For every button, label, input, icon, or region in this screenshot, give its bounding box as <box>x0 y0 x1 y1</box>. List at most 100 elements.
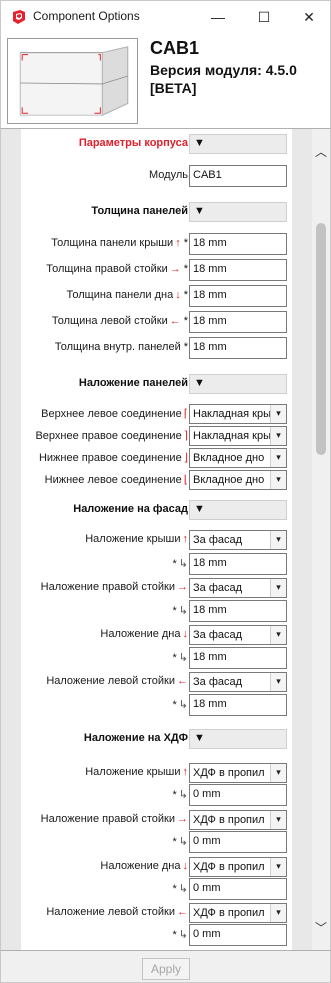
left-side-thickness-label: Толщина левой стойки ← * <box>51 315 188 327</box>
hdf-bottom-value-input[interactable]: 0 mm <box>189 878 287 900</box>
collapse-triangle-icon: ▼ <box>194 137 205 149</box>
bottom-left-joint-select[interactable]: Вкладное дно ▾ <box>189 470 287 490</box>
section-hdf-overlay-toggle[interactable]: ▼ <box>189 729 287 749</box>
top-right-joint-select[interactable]: Накладная крыша▾ <box>189 426 287 446</box>
hdf-left-select[interactable]: ХДФ в пропил ▾ <box>189 903 287 923</box>
arrow-left-icon: ← <box>177 906 188 918</box>
facade-roof-value-input[interactable]: 18 mm <box>189 553 287 575</box>
top-left-joint-select[interactable]: Накладная крыша▾ <box>189 404 287 424</box>
facade-roof-select[interactable]: За фасад ▾ <box>189 530 287 550</box>
inner-panel-thickness-input[interactable]: 18 mm <box>189 337 287 359</box>
collapse-triangle-icon: ▼ <box>194 503 205 515</box>
window-title: Component Options <box>33 9 140 23</box>
inner-panel-thickness-row: Толщина внутр. панелей * 18 mm <box>21 337 292 359</box>
roof-thickness-input[interactable]: 18 mm <box>189 233 287 255</box>
facade-roof-label: Наложение крыши ↑ <box>85 533 188 545</box>
facade-right-label: Наложение правой стойки → <box>40 581 188 593</box>
left-side-thickness-input[interactable]: 18 mm <box>189 311 287 333</box>
sub-arrow-icon: ↳ <box>178 929 188 941</box>
section-thickness-toggle[interactable]: ▼ <box>189 202 287 222</box>
hdf-bottom-value-label: * ↳ <box>172 883 189 895</box>
facade-left-row: Наложение левой стойки ← За фасад ▾ <box>21 671 292 693</box>
bottom-right-joint-label: Нижнее правое соединение ⌋ <box>38 452 188 464</box>
hdf-right-select[interactable]: ХДФ в пропил ▾ <box>189 810 287 830</box>
facade-bottom-select[interactable]: За фасад ▾ <box>189 625 287 645</box>
facade-right-row: Наложение правой стойки → За фасад ▾ <box>21 577 292 599</box>
facade-left-value-input[interactable]: 18 mm <box>189 694 287 716</box>
bottom-thickness-row: Толщина панели дна ↓ * 18 mm <box>21 285 292 307</box>
maximize-button[interactable]: ☐ <box>241 1 287 33</box>
section-panel-overlay-label: Наложение панелей <box>78 377 188 389</box>
module-version: Версия модуля: 4.5.0 <box>150 62 297 78</box>
options-scroll-area[interactable]: Параметры корпуса ▼ Модуль CAB1 Толщина … <box>0 128 331 950</box>
facade-bottom-label: Наложение дна ↓ <box>100 628 188 640</box>
left-side-thickness-row: Толщина левой стойки ← * 18 mm <box>21 311 292 333</box>
collapse-triangle-icon: ▼ <box>194 377 205 389</box>
arrow-up-icon: ↑ <box>182 533 189 545</box>
section-body-params-toggle[interactable]: ▼ <box>189 134 287 154</box>
chevron-down-icon: ▾ <box>270 673 286 691</box>
hdf-right-label: Наложение правой стойки → <box>40 813 188 825</box>
facade-left-value-row: * ↳ 18 mm <box>21 694 292 716</box>
module-row: Модуль CAB1 <box>21 165 292 187</box>
sub-arrow-icon: ↳ <box>178 699 188 711</box>
sub-arrow-icon: ↳ <box>178 883 188 895</box>
corner-top-left-icon: ⌈ <box>183 408 188 420</box>
arrow-right-icon: → <box>177 813 188 825</box>
arrow-up-icon: ↑ <box>175 237 181 249</box>
top-right-joint-label: Верхнее правое соединение ⌉ <box>35 430 188 442</box>
hdf-bottom-label: Наложение дна ↓ <box>100 860 188 872</box>
scroll-up-icon[interactable]: ︿ <box>312 143 330 159</box>
sub-arrow-icon: ↳ <box>178 605 188 617</box>
section-body-params-label: Параметры корпуса <box>78 137 188 149</box>
hdf-left-value-input[interactable]: 0 mm <box>189 924 287 946</box>
hdf-left-value-label: * ↳ <box>172 929 189 941</box>
dialog-footer: Apply <box>0 950 331 983</box>
hdf-roof-select[interactable]: ХДФ в пропил ▾ <box>189 763 287 783</box>
section-thickness: Толщина панелей ▼ <box>21 201 292 223</box>
hdf-bottom-row: Наложение дна ↓ ХДФ в пропил ▾ <box>21 856 292 878</box>
hdf-roof-row: Наложение крыши ↑ ХДФ в пропил ▾ <box>21 762 292 784</box>
hdf-left-label: Наложение левой стойки ← <box>46 906 188 918</box>
hdf-right-value-input[interactable]: 0 mm <box>189 831 287 853</box>
bottom-left-joint-label: Нижнее левое соединение ⌊ <box>44 474 188 486</box>
chevron-down-icon: ▾ <box>270 626 286 644</box>
facade-right-value-input[interactable]: 18 mm <box>189 600 287 622</box>
sub-arrow-icon: ↳ <box>178 789 188 801</box>
hdf-bottom-select[interactable]: ХДФ в пропил ▾ <box>189 857 287 877</box>
chevron-down-icon: ▾ <box>270 904 286 922</box>
corner-bottom-left-icon: ⌊ <box>183 474 188 486</box>
hdf-right-value-label: * ↳ <box>172 836 189 848</box>
vertical-scrollbar[interactable]: ︿ ﹀ <box>312 129 330 950</box>
facade-roof-value-row: * ↳ 18 mm <box>21 553 292 575</box>
scrollbar-thumb[interactable] <box>316 223 326 455</box>
right-side-thickness-label: Толщина правой стойки → * <box>46 263 188 275</box>
top-left-joint-row: Верхнее левое соединение⌈ Накладная крыш… <box>21 403 292 425</box>
chevron-down-icon: ▾ <box>270 405 286 423</box>
facade-bottom-value-input[interactable]: 18 mm <box>189 647 287 669</box>
chevron-down-icon: ▾ <box>270 764 286 782</box>
collapse-triangle-icon: ▼ <box>194 205 205 217</box>
top-left-joint-label: Верхнее левое соединение ⌈ <box>41 408 188 420</box>
close-button[interactable]: ✕ <box>286 1 331 33</box>
chevron-down-icon: ▾ <box>270 427 286 445</box>
arrow-down-icon: ↓ <box>182 628 189 640</box>
bottom-right-joint-select[interactable]: Вкладное дно ▾ <box>189 448 287 468</box>
facade-left-select[interactable]: За фасад ▾ <box>189 672 287 692</box>
arrow-up-icon: ↑ <box>182 766 189 778</box>
hdf-roof-value-input[interactable]: 0 mm <box>189 784 287 806</box>
section-facade-overlay-toggle[interactable]: ▼ <box>189 500 287 520</box>
module-input[interactable]: CAB1 <box>189 165 287 187</box>
component-header: CAB1 Версия модуля: 4.5.0 [BETA] <box>0 32 331 128</box>
right-side-thickness-input[interactable]: 18 mm <box>189 259 287 281</box>
section-panel-overlay-toggle[interactable]: ▼ <box>189 374 287 394</box>
cabinet-thumbnail-image <box>7 38 138 124</box>
facade-bottom-row: Наложение дна ↓ За фасад ▾ <box>21 624 292 646</box>
scroll-down-icon[interactable]: ﹀ <box>312 919 330 935</box>
section-facade-overlay-label: Наложение на фасад <box>73 503 188 515</box>
minimize-button[interactable]: — <box>195 1 241 33</box>
facade-right-select[interactable]: За фасад ▾ <box>189 578 287 598</box>
apply-button[interactable]: Apply <box>142 958 190 980</box>
bottom-thickness-input[interactable]: 18 mm <box>189 285 287 307</box>
bottom-thickness-label: Толщина панели дна ↓ * <box>66 289 188 301</box>
